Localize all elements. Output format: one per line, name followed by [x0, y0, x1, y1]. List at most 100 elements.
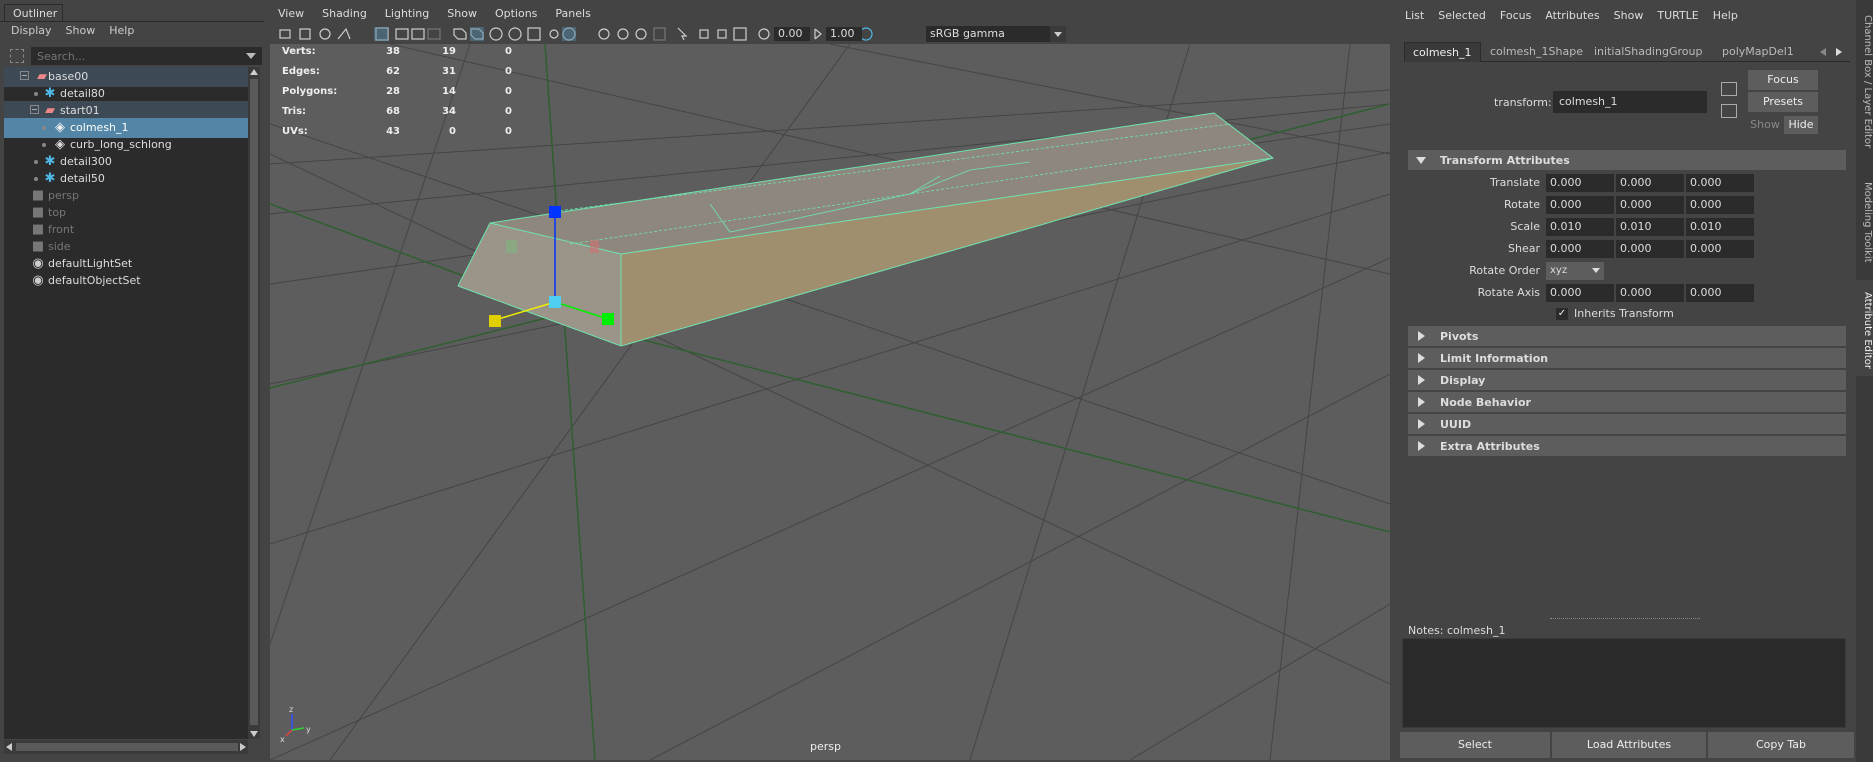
- notes-splitter-handle[interactable]: [1550, 618, 1700, 622]
- ae-menu-focus[interactable]: Focus: [1491, 6, 1536, 22]
- inherits-transform-checkbox[interactable]: ✓: [1556, 308, 1568, 320]
- attr-row-inherits-transform: ✓ Inherits Transform: [1408, 304, 1846, 324]
- rotate-x-field[interactable]: 0.000: [1546, 196, 1614, 214]
- rotate-axis-y-field[interactable]: 0.000: [1616, 284, 1684, 302]
- section-limit-information[interactable]: Limit Information: [1408, 348, 1846, 368]
- shear-x-field[interactable]: 0.000: [1546, 240, 1614, 258]
- load-attributes-button[interactable]: Load Attributes: [1552, 732, 1706, 758]
- filter-icon[interactable]: [10, 49, 24, 63]
- viewport-menu-shading[interactable]: Shading: [312, 4, 375, 20]
- scroll-down-icon[interactable]: [250, 731, 258, 737]
- arrow-left-icon[interactable]: [1820, 48, 1826, 56]
- rotate-order-dropdown[interactable]: xyz: [1546, 262, 1604, 280]
- tab-colmesh-1[interactable]: colmesh_1: [1404, 42, 1481, 62]
- shadows-toggle-button[interactable]: [562, 27, 576, 41]
- gamma-icon: [814, 28, 822, 40]
- tab-attribute-editor[interactable]: Attribute Editor: [1856, 280, 1873, 376]
- collapse-icon[interactable]: [30, 105, 39, 114]
- presets-button[interactable]: Presets: [1748, 92, 1818, 112]
- shear-y-field[interactable]: 0.000: [1616, 240, 1684, 258]
- focus-button[interactable]: Focus: [1748, 70, 1818, 90]
- viewport-menu-view[interactable]: View: [268, 4, 312, 20]
- scroll-left-icon[interactable]: [6, 743, 12, 751]
- section-transform-attributes[interactable]: Transform Attributes: [1408, 150, 1846, 170]
- tab-polymapdel1[interactable]: polyMapDel1: [1714, 42, 1802, 62]
- bookmark-icon: [319, 28, 331, 40]
- ae-menu-show[interactable]: Show: [1605, 6, 1649, 22]
- collapse-icon[interactable]: [20, 71, 29, 80]
- outliner-menu-display[interactable]: Display: [4, 22, 59, 37]
- ae-menu-list[interactable]: List: [1396, 6, 1429, 22]
- section-label: Display: [1440, 374, 1486, 387]
- color-space-dropdown[interactable]: sRGB gamma: [926, 26, 1066, 42]
- exposure-field[interactable]: 0.00: [774, 27, 810, 41]
- tab-scroll-arrows[interactable]: [1818, 46, 1848, 58]
- scale-y-field[interactable]: 0.010: [1616, 218, 1684, 236]
- rotate-axis-z-field[interactable]: 0.000: [1686, 284, 1754, 302]
- camera-name-label: persp: [810, 740, 841, 753]
- viewport-menu-panels[interactable]: Panels: [545, 4, 598, 20]
- rotate-axis-x-field[interactable]: 0.000: [1546, 284, 1614, 302]
- scale-x-field[interactable]: 0.010: [1546, 218, 1614, 236]
- outliner-item-defaultobjectset[interactable]: ◉ defaultObjectSet: [4, 271, 248, 291]
- hud-value: 0: [505, 46, 512, 57]
- shear-z-field[interactable]: 0.000: [1686, 240, 1754, 258]
- section-uuid[interactable]: UUID: [1408, 414, 1846, 434]
- outliner-menu-help[interactable]: Help: [102, 22, 141, 37]
- scroll-right-icon[interactable]: [240, 743, 246, 751]
- isolate-select-icon: [677, 27, 688, 41]
- ae-menu-attributes[interactable]: Attributes: [1536, 6, 1604, 22]
- viewport-menu-options[interactable]: Options: [485, 4, 545, 20]
- outliner-tab[interactable]: Outliner: [4, 4, 63, 22]
- viewport-canvas[interactable]: z y x Verts: 38 19 0 Edges: 62 31 0 Poly…: [270, 44, 1390, 760]
- scroll-thumb[interactable]: [250, 79, 258, 725]
- tab-colmesh-1shape[interactable]: colmesh_1Shape: [1482, 42, 1591, 62]
- mesh-icon: ◈: [55, 137, 65, 152]
- select-button[interactable]: Select: [1400, 732, 1550, 758]
- search-dropdown-icon[interactable]: [246, 53, 256, 59]
- smooth-shade-toggle-button[interactable]: [470, 27, 484, 41]
- viewport-menu-show[interactable]: Show: [437, 4, 485, 20]
- tab-modeling-toolkit[interactable]: Modeling Toolkit: [1856, 170, 1873, 270]
- rotate-y-field[interactable]: 0.000: [1616, 196, 1684, 214]
- outliner-menu-show[interactable]: Show: [59, 22, 103, 37]
- copy-tab-button[interactable]: Copy Tab: [1708, 732, 1854, 758]
- tab-channel-box-layer-editor[interactable]: Channel Box / Layer Editor: [1856, 0, 1873, 160]
- camera-attr-icon: [299, 28, 311, 40]
- show-button[interactable]: Show: [1748, 116, 1782, 134]
- transform-name-field[interactable]: colmesh_1: [1553, 91, 1707, 113]
- outliner-horizontal-scrollbar[interactable]: [4, 740, 248, 754]
- arrow-right-icon[interactable]: [1836, 48, 1842, 56]
- notes-textarea[interactable]: [1402, 638, 1846, 728]
- chevron-down-icon[interactable]: [1050, 26, 1066, 42]
- scroll-up-icon[interactable]: [250, 69, 258, 75]
- scroll-thumb[interactable]: [16, 743, 238, 751]
- rotate-z-field[interactable]: 0.000: [1686, 196, 1754, 214]
- section-display[interactable]: Display: [1408, 370, 1846, 390]
- outliner-search-input[interactable]: [31, 47, 262, 65]
- tab-initialshadinggroup[interactable]: initialShadingGroup: [1586, 42, 1710, 62]
- ae-menu-help[interactable]: Help: [1704, 6, 1743, 22]
- ae-menu-selected[interactable]: Selected: [1429, 6, 1491, 22]
- section-pivots[interactable]: Pivots: [1408, 326, 1846, 346]
- gamma-field[interactable]: 1.00: [826, 27, 862, 41]
- hud-key: Edges:: [282, 66, 320, 77]
- go-to-input-icon[interactable]: [1721, 82, 1737, 96]
- translate-z-field[interactable]: 0.000: [1686, 174, 1754, 192]
- attr-row-shear: Shear 0.000 0.000 0.000: [1408, 239, 1846, 259]
- hide-button[interactable]: Hide: [1784, 116, 1818, 134]
- grid-toggle-button[interactable]: [374, 27, 388, 41]
- outliner-item-label: persp: [48, 189, 79, 202]
- viewport-menu-lighting[interactable]: Lighting: [375, 4, 437, 20]
- ae-menu-turtle[interactable]: TURTLE: [1648, 6, 1703, 22]
- section-extra-attributes[interactable]: Extra Attributes: [1408, 436, 1846, 456]
- outliner-item-label: colmesh_1: [70, 121, 129, 134]
- section-node-behavior[interactable]: Node Behavior: [1408, 392, 1846, 412]
- translate-x-field[interactable]: 0.000: [1546, 174, 1614, 192]
- outliner-vertical-scrollbar[interactable]: [248, 67, 260, 739]
- translate-y-field[interactable]: 0.000: [1616, 174, 1684, 192]
- scale-z-field[interactable]: 0.010: [1686, 218, 1754, 236]
- tree-connector: [34, 92, 38, 96]
- exposure-icon: [758, 28, 770, 40]
- go-to-output-icon[interactable]: [1721, 104, 1737, 118]
